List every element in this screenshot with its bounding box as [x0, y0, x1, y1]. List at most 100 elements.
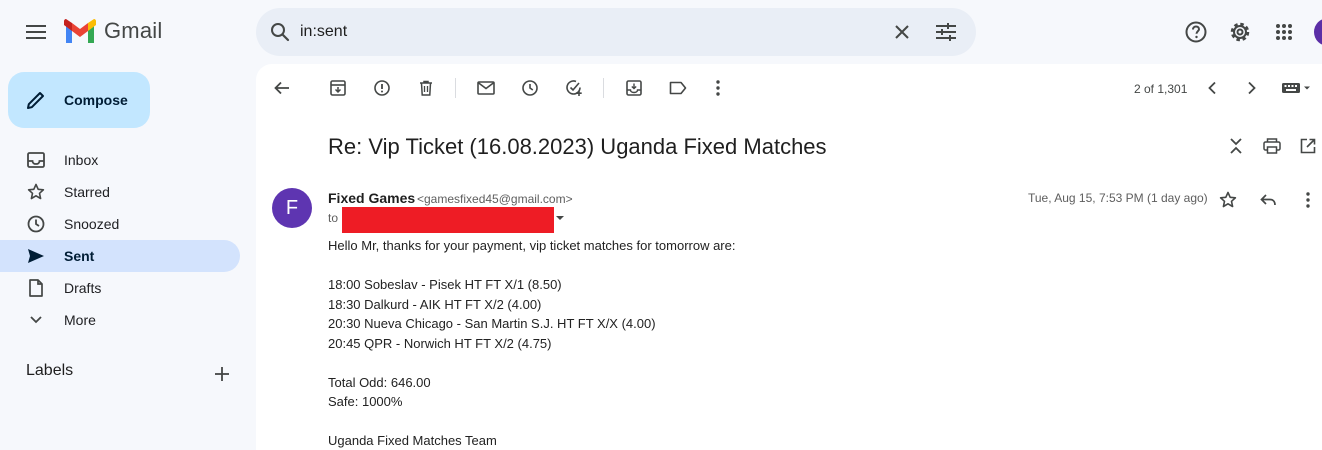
reply-icon — [1260, 194, 1276, 206]
search-bar — [256, 8, 976, 56]
search-input[interactable] — [300, 23, 860, 41]
support-button[interactable] — [1180, 16, 1212, 48]
chevron-left-icon — [1208, 81, 1216, 95]
labels-heading: Labels — [26, 362, 74, 379]
main-menu-button[interactable] — [16, 12, 56, 52]
inbox-icon — [26, 150, 46, 170]
recipient-label: to — [328, 211, 339, 225]
add-to-tasks-button[interactable] — [562, 76, 586, 100]
sidebar-item-label: Inbox — [64, 152, 99, 168]
body-line: 20:30 Nueva Chicago - San Martin S.J. HT… — [328, 316, 656, 331]
gmail-m-icon — [64, 19, 96, 43]
message-more-button[interactable] — [1296, 188, 1320, 212]
sidebar-item-label: Starred — [64, 184, 110, 200]
toolbar-divider — [603, 78, 604, 98]
apps-grid-icon — [1276, 24, 1292, 40]
print-icon — [1263, 138, 1281, 154]
open-new-window-button[interactable] — [1296, 134, 1320, 158]
sidebar-item-label: Snoozed — [64, 216, 120, 232]
back-button[interactable] — [270, 76, 294, 100]
body-line: 18:00 Sobeslav - Pisek HT FT X/1 (8.50) — [328, 277, 562, 292]
clock-icon — [26, 214, 46, 234]
sidebar-item-sent[interactable]: Sent — [0, 240, 240, 272]
sidebar-item-label: More — [64, 312, 96, 328]
sidebar-item-starred[interactable]: Starred — [0, 176, 240, 208]
compose-button[interactable]: Compose — [8, 72, 150, 128]
trash-icon — [420, 80, 432, 96]
body-line: Total Odd: 646.00 — [328, 375, 431, 390]
task-add-icon — [566, 80, 582, 96]
app-name: Gmail — [104, 18, 163, 43]
body-line: Hello Mr, thanks for your payment, vip t… — [328, 238, 736, 253]
sender-name[interactable]: Fixed Games — [328, 190, 415, 206]
show-details-button[interactable] — [555, 213, 565, 223]
more-actions-button[interactable] — [706, 76, 730, 100]
archive-icon — [330, 80, 346, 96]
collapse-all-button[interactable] — [1224, 134, 1248, 158]
caret-down-icon — [556, 216, 564, 220]
clock-icon — [522, 80, 538, 96]
gear-icon — [1230, 22, 1250, 42]
delete-button[interactable] — [414, 76, 438, 100]
close-icon — [895, 25, 909, 39]
compose-label: Compose — [64, 92, 128, 108]
sender-email: <gamesfixed45@gmail.com> — [417, 192, 573, 206]
gmail-logo[interactable]: Gmail — [64, 18, 162, 44]
star-icon — [1219, 191, 1237, 208]
sidebar-item-label: Sent — [64, 248, 95, 264]
search-options-button[interactable] — [932, 18, 960, 46]
plus-icon — [215, 367, 229, 381]
pencil-icon — [27, 92, 44, 109]
labels-button[interactable] — [666, 76, 690, 100]
message-date: Tue, Aug 15, 7:53 PM (1 day ago) — [1028, 191, 1208, 205]
search-icon[interactable] — [266, 18, 294, 46]
newer-button[interactable] — [1200, 76, 1224, 100]
sidebar-item-snoozed[interactable]: Snoozed — [0, 208, 240, 240]
redacted-recipient — [342, 207, 554, 233]
keyboard-icon — [1282, 83, 1310, 93]
unfold-less-icon — [1230, 138, 1242, 154]
snooze-button[interactable] — [518, 76, 542, 100]
more-vert-icon — [1306, 192, 1310, 208]
hamburger-menu-icon — [26, 25, 46, 39]
move-to-inbox-icon — [626, 80, 642, 96]
sidebar-item-inbox[interactable]: Inbox — [0, 144, 240, 176]
older-button[interactable] — [1240, 76, 1264, 100]
move-to-button[interactable] — [622, 76, 646, 100]
body-line: 18:30 Dalkurd - AIK HT FT X/2 (4.00) — [328, 297, 542, 312]
sidebar-item-more[interactable]: More — [0, 304, 240, 336]
open-in-new-icon — [1300, 138, 1316, 154]
chevron-down-icon — [26, 310, 46, 330]
print-button[interactable] — [1260, 134, 1284, 158]
pagination-text: 2 of 1,301 — [1134, 82, 1188, 96]
chevron-right-icon — [1248, 81, 1256, 95]
input-tools-button[interactable] — [1280, 76, 1314, 100]
sidebar-item-drafts[interactable]: Drafts — [0, 272, 240, 304]
report-spam-button[interactable] — [370, 76, 394, 100]
star-icon — [26, 182, 46, 202]
sender-avatar[interactable]: F — [272, 188, 312, 228]
mail-icon — [477, 81, 495, 95]
body-line: Uganda Fixed Matches Team — [328, 433, 497, 448]
settings-button[interactable] — [1224, 16, 1256, 48]
more-vert-icon — [716, 80, 720, 96]
apps-button[interactable] — [1268, 16, 1300, 48]
account-avatar[interactable] — [1314, 18, 1322, 46]
email-subject: Re: Vip Ticket (16.08.2023) Uganda Fixed… — [328, 134, 827, 159]
reply-button[interactable] — [1256, 188, 1280, 212]
mark-unread-button[interactable] — [474, 76, 498, 100]
toolbar-divider — [455, 78, 456, 98]
sidebar-item-label: Drafts — [64, 280, 102, 296]
body-line: Safe: 1000% — [328, 394, 403, 409]
clear-search-button[interactable] — [888, 18, 916, 46]
draft-icon — [26, 278, 46, 298]
send-icon — [26, 246, 46, 266]
star-message-button[interactable] — [1216, 188, 1240, 212]
archive-button[interactable] — [326, 76, 350, 100]
arrow-back-icon — [274, 81, 289, 95]
report-icon — [374, 80, 390, 96]
tune-icon — [936, 23, 956, 41]
create-label-button[interactable] — [210, 362, 234, 386]
label-icon — [669, 81, 687, 95]
body-line: 20:45 QPR - Norwich HT FT X/2 (4.75) — [328, 336, 552, 351]
